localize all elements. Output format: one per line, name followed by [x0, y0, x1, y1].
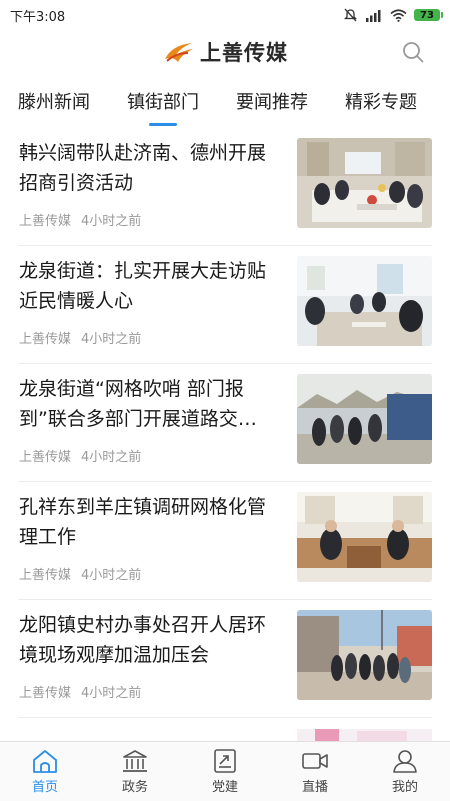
news-item[interactable]: 龙泉街道：扎实开展大走访贴近民情暖人心 上善传媒 4小时之前 [18, 246, 432, 364]
video-camera-icon [302, 753, 328, 769]
status-bar: 下午3:08 73 [0, 0, 450, 30]
news-title: 龙阳镇史村办事处召开人居环境现场观摩加温加压会 [19, 614, 267, 666]
news-meta: 上善传媒 4小时之前 [19, 682, 141, 701]
news-title: 龙泉街道“网格吹哨 部门报到”联合多部门开展道路交… [19, 378, 257, 430]
search-icon [403, 42, 424, 63]
search-button[interactable] [400, 39, 426, 65]
news-meta: 上善传媒 4小时之前 [19, 210, 141, 229]
mute-icon [343, 8, 358, 22]
status-icons: 73 [343, 8, 443, 22]
news-item[interactable]: 龙阳镇史村办事处召开人居环境现场观摩加温加压会 上善传媒 4小时之前 [18, 600, 432, 718]
news-thumbnail [297, 492, 432, 582]
nav-label: 首页 [31, 780, 58, 795]
news-meta: 上善传媒 4小时之前 [19, 328, 141, 347]
wifi-icon [390, 8, 407, 22]
tab-special-topics[interactable]: 精彩专题 [345, 80, 417, 128]
app-logo: 上善传媒 [162, 37, 288, 67]
logo-text: 上善传媒 [200, 40, 288, 65]
nav-label: 我的 [391, 780, 418, 795]
tab-town-departments[interactable]: 镇街部门 [127, 80, 199, 128]
news-title: 孔祥东到羊庄镇调研网格化管理工作 [19, 496, 267, 548]
news-item[interactable]: 孔祥东到羊庄镇调研网格化管理工作 上善传媒 4小时之前 [18, 482, 432, 600]
nav-label: 直播 [301, 780, 328, 795]
nav-label: 政务 [121, 780, 148, 795]
news-thumbnail [297, 374, 432, 464]
nav-label: 党建 [211, 780, 238, 795]
news-thumbnail [297, 610, 432, 700]
nav-party-building[interactable]: 党建 [180, 742, 270, 801]
bottom-navigation: 首页 政务 党建 直播 我的 [0, 741, 450, 801]
battery-icon: 73 [414, 9, 443, 21]
party-building-icon [214, 749, 236, 773]
news-thumbnail [297, 256, 432, 346]
nav-live[interactable]: 直播 [270, 742, 360, 801]
app-header: 上善传媒 [0, 30, 450, 74]
news-title: 龙泉街道：扎实开展大走访贴近民情暖人心 [19, 260, 267, 312]
news-thumbnail [297, 138, 432, 228]
news-source: 上善传媒 [19, 214, 72, 229]
news-time: 4小时之前 [81, 450, 142, 465]
tab-recommended-news[interactable]: 要闻推荐 [236, 80, 308, 128]
news-meta: 上善传媒 4小时之前 [19, 564, 141, 583]
news-time: 4小时之前 [81, 686, 142, 701]
status-time: 下午3:08 [10, 9, 66, 25]
home-icon [33, 750, 57, 773]
news-time: 4小时之前 [81, 568, 142, 583]
government-building-icon [123, 750, 147, 772]
nav-government[interactable]: 政务 [90, 742, 180, 801]
news-item[interactable]: 龙泉街道“网格吹哨 部门报到”联合多部门开展道路交… 上善传媒 4小时之前 [18, 364, 432, 482]
news-source: 上善传媒 [19, 332, 72, 347]
nav-profile[interactable]: 我的 [360, 742, 450, 801]
news-source: 上善传媒 [19, 450, 72, 465]
news-time: 4小时之前 [81, 214, 142, 229]
news-source: 上善传媒 [19, 686, 72, 701]
logo-swoosh-icon [165, 43, 193, 62]
nav-home[interactable]: 首页 [0, 742, 90, 801]
news-item[interactable]: 韩兴阔带队赴济南、德州开展招商引资活动 上善传媒 4小时之前 [18, 128, 432, 246]
tab-tengzhou-news[interactable]: 滕州新闻 [18, 80, 90, 128]
news-title: 韩兴阔带队赴济南、德州开展招商引资活动 [19, 142, 267, 194]
news-list: 韩兴阔带队赴济南、德州开展招商引资活动 上善传媒 4小时之前 龙泉街道：扎实开展… [0, 128, 450, 718]
category-tabs: 滕州新闻 镇街部门 要闻推荐 精彩专题 [0, 80, 450, 128]
news-meta: 上善传媒 4小时之前 [19, 446, 141, 465]
news-time: 4小时之前 [81, 332, 142, 347]
news-thumbnail-partial [297, 728, 432, 742]
news-source: 上善传媒 [19, 568, 72, 583]
user-icon [393, 750, 417, 773]
signal-icon [366, 9, 381, 22]
